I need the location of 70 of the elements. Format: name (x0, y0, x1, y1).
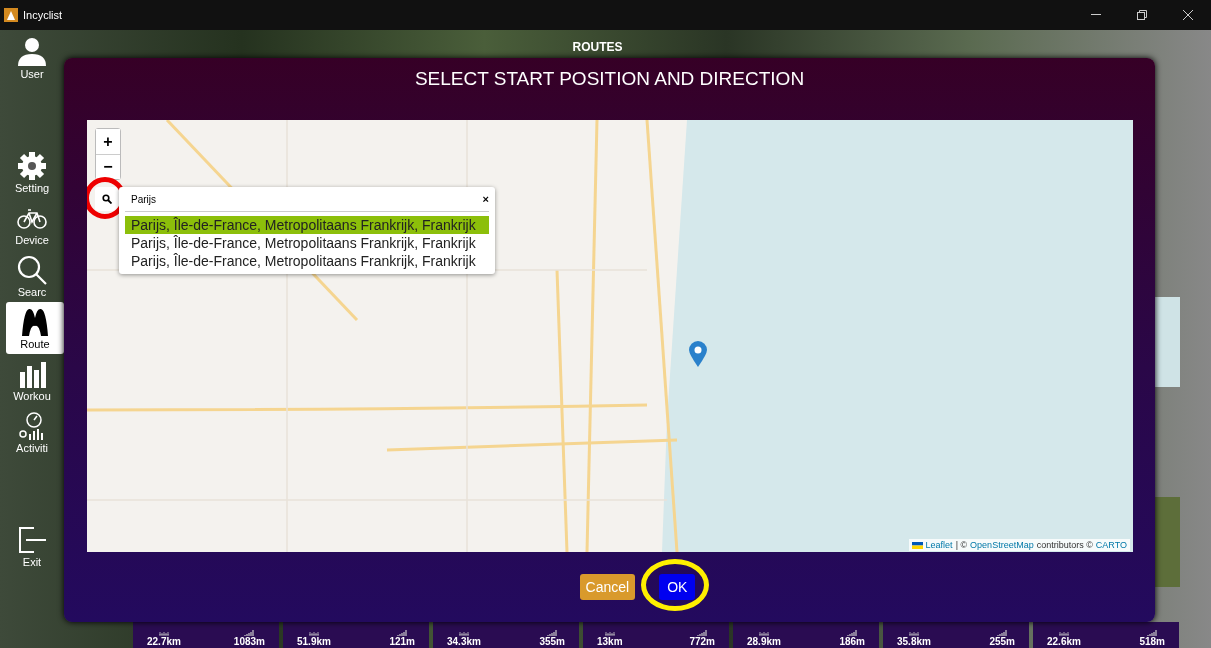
carto-link[interactable]: CARTO (1095, 540, 1127, 550)
elevation-text: 355m (539, 636, 565, 647)
sidebar-item[interactable]: Device (0, 198, 64, 250)
clear-button[interactable]: × (482, 193, 489, 205)
distance-text: 22.7km (147, 636, 181, 647)
distance-text: 51.9km (297, 636, 331, 647)
dialog-title: SELECT START POSITION AND DIRECTION (413, 67, 806, 91)
climb-icon (997, 630, 1008, 636)
climb-icon (847, 630, 858, 636)
route-card[interactable]: 34.3km 355m (433, 622, 579, 648)
flag-icon (911, 541, 923, 549)
sidebar-item[interactable]: User (0, 32, 64, 84)
distance-text: 22.6km (1047, 636, 1081, 647)
minimize-icon[interactable] (1091, 14, 1101, 16)
search-result[interactable]: Parijs, Île-de-France, Metropolitaans Frankrijk, Frankrijk (125, 234, 489, 252)
attribution-text: Leaflet | © OpenStreetMap contributors © CARTO (908, 539, 1130, 551)
climb-icon (547, 630, 558, 636)
route-card[interactable]: 51.9km 121m (283, 622, 429, 648)
map-marker-icon[interactable] (688, 340, 708, 368)
search-result[interactable]: Parijs, Île-de-France, Metropolitaans Frankrijk, Frankrijk (125, 216, 489, 234)
climb-icon (1147, 630, 1158, 636)
elevation-text: 255m (989, 636, 1015, 647)
leaflet-link[interactable]: Leaflet (925, 540, 953, 550)
sidebar-item[interactable]: Route (6, 302, 64, 354)
climb-icon (244, 630, 255, 636)
flat-ruler-icon (1058, 630, 1069, 636)
sidebar-item[interactable]: Workou (0, 354, 64, 406)
search-field[interactable]: Parijs (125, 193, 483, 205)
flat-ruler-icon (908, 630, 919, 636)
search-button[interactable] (95, 187, 119, 211)
window-title: Incyclist (23, 9, 64, 21)
page-title: ROUTES (572, 40, 623, 54)
flat-ruler-icon (308, 630, 319, 636)
search-icon (102, 194, 112, 204)
sidebar-item[interactable]: Searc (0, 250, 64, 302)
close-icon[interactable] (1183, 10, 1193, 20)
flat-ruler-icon (158, 630, 169, 636)
flat-ruler-icon (758, 630, 769, 636)
user-icon (16, 36, 48, 68)
route-card[interactable]: 28.9km 186m (733, 622, 879, 648)
restore-icon[interactable] (1137, 10, 1147, 20)
climb-icon (397, 630, 408, 636)
elevation-text: 772m (689, 636, 715, 647)
flat-ruler-icon (458, 630, 469, 636)
sidebar-item[interactable]: Exit (0, 520, 64, 572)
app-logo-icon (4, 8, 18, 22)
zoom-out-button[interactable]: − (96, 154, 120, 179)
sidebar-item[interactable]: Setting (0, 146, 64, 198)
route-card[interactable]: 35.8km 255m (883, 622, 1029, 648)
search-result[interactable]: Parijs, Île-de-France, Metropolitaans Frankrijk, Frankrijk (125, 252, 489, 270)
elevation-text: 186m (839, 636, 865, 647)
ok-button[interactable]: OK (659, 574, 696, 600)
exit-icon (16, 524, 48, 556)
distance-text: 34.3km (447, 636, 481, 647)
distance-text: 35.8km (897, 636, 931, 647)
route-card[interactable]: 22.6km 518m (1033, 622, 1179, 648)
elevation-text: 518m (1139, 636, 1165, 647)
flat-ruler-icon (604, 630, 615, 636)
route-card[interactable]: 22.7km 1083m (133, 622, 279, 648)
gear-icon (16, 150, 48, 182)
route-glyph-icon (19, 306, 51, 338)
distance-text: 28.9km (747, 636, 781, 647)
elevation-text: 121m (389, 636, 415, 647)
distance-text: 13km (597, 636, 623, 647)
search-icon (16, 254, 48, 286)
route-card[interactable]: 13km 772m (583, 622, 729, 648)
elevation-text: 1083m (233, 636, 265, 647)
sidebar-item[interactable]: Activiti (0, 406, 64, 458)
climb-icon (697, 630, 708, 636)
openstreetmap-link[interactable]: OpenStreetMap (970, 540, 1034, 550)
